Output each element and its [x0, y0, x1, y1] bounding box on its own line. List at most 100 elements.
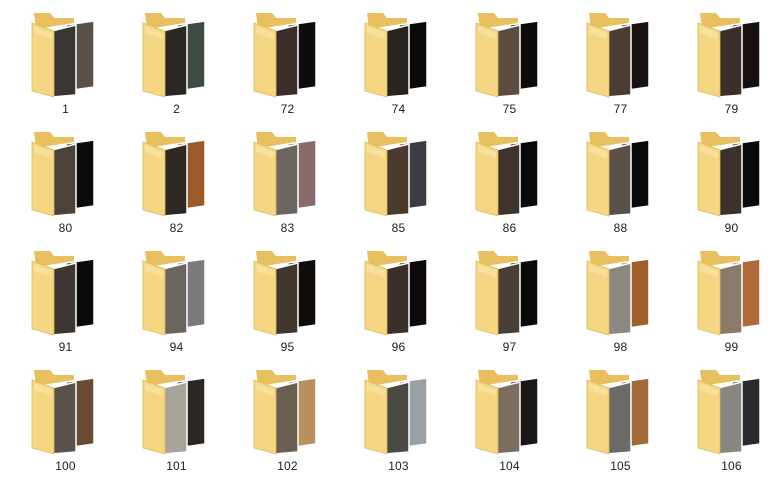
- thumbnail-front: [606, 262, 632, 336]
- thumbnail-front: [384, 262, 410, 336]
- folder-icon: [142, 370, 206, 455]
- folder-item[interactable]: 72: [232, 5, 343, 123]
- folder-grid: 1 2 72 74 75 77 79 80 82 83 85 86 88 90 91 94 95 96 97 98 99…: [0, 0, 779, 475]
- folder-icon: [253, 251, 317, 336]
- folder-name: 85: [391, 221, 406, 235]
- folder-item[interactable]: 99: [676, 243, 779, 361]
- folder-name: 80: [58, 221, 73, 235]
- folder-item[interactable]: 95: [232, 243, 343, 361]
- folder-name: 2: [173, 102, 180, 116]
- folder-icon: [364, 251, 428, 336]
- folder-item[interactable]: 88: [565, 124, 676, 242]
- thumbnail-front: [717, 262, 743, 336]
- folder-item[interactable]: 98: [565, 243, 676, 361]
- folder-item[interactable]: 74: [343, 5, 454, 123]
- thumbnail-front: [384, 24, 410, 98]
- folder-name: 100: [55, 459, 76, 473]
- folder-item[interactable]: 102: [232, 362, 343, 480]
- thumbnail-front: [51, 143, 77, 217]
- folder-name: 77: [613, 102, 628, 116]
- folder-item[interactable]: 103: [343, 362, 454, 480]
- folder-item[interactable]: 104: [454, 362, 565, 480]
- folder-name: 105: [610, 459, 631, 473]
- folder-name: 75: [502, 102, 517, 116]
- folder-name: 74: [391, 102, 406, 116]
- thumbnail-front: [273, 381, 299, 455]
- folder-icon: [31, 13, 95, 98]
- thumbnail-front: [51, 381, 77, 455]
- folder-item[interactable]: 96: [343, 243, 454, 361]
- folder-item[interactable]: 85: [343, 124, 454, 242]
- folder-icon: [697, 13, 761, 98]
- folder-icon: [475, 132, 539, 217]
- thumbnail-front: [162, 24, 188, 98]
- thumbnail-front: [162, 262, 188, 336]
- folder-name: 91: [58, 340, 73, 354]
- folder-name: 88: [613, 221, 628, 235]
- thumbnail-front: [717, 143, 743, 217]
- thumbnail-front: [495, 381, 521, 455]
- folder-icon: [142, 132, 206, 217]
- thumbnail-front: [606, 143, 632, 217]
- folder-name: 103: [388, 459, 409, 473]
- thumbnail-front: [384, 381, 410, 455]
- folder-item[interactable]: 100: [10, 362, 121, 480]
- thumbnail-front: [606, 381, 632, 455]
- folder-name: 102: [277, 459, 298, 473]
- folder-name: 86: [502, 221, 517, 235]
- folder-name: 94: [169, 340, 184, 354]
- thumbnail-front: [606, 24, 632, 98]
- folder-name: 82: [169, 221, 184, 235]
- folder-item[interactable]: 2: [121, 5, 232, 123]
- folder-icon: [475, 370, 539, 455]
- folder-icon: [253, 370, 317, 455]
- thumbnail-front: [495, 143, 521, 217]
- folder-icon: [31, 370, 95, 455]
- thumbnail-front: [273, 24, 299, 98]
- thumbnail-front: [162, 381, 188, 455]
- folder-name: 79: [724, 102, 739, 116]
- thumbnail-front: [273, 143, 299, 217]
- folder-name: 96: [391, 340, 406, 354]
- folder-icon: [253, 13, 317, 98]
- folder-icon: [142, 13, 206, 98]
- folder-item[interactable]: 106: [676, 362, 779, 480]
- folder-icon: [475, 251, 539, 336]
- folder-name: 101: [166, 459, 187, 473]
- thumbnail-front: [384, 143, 410, 217]
- folder-item[interactable]: 86: [454, 124, 565, 242]
- folder-name: 104: [499, 459, 520, 473]
- folder-name: 90: [724, 221, 739, 235]
- folder-icon: [31, 251, 95, 336]
- folder-item[interactable]: 105: [565, 362, 676, 480]
- folder-icon: [31, 132, 95, 217]
- folder-item[interactable]: 80: [10, 124, 121, 242]
- folder-item[interactable]: 97: [454, 243, 565, 361]
- folder-name: 98: [613, 340, 628, 354]
- folder-icon: [586, 13, 650, 98]
- folder-name: 95: [280, 340, 295, 354]
- folder-item[interactable]: 77: [565, 5, 676, 123]
- folder-icon: [586, 370, 650, 455]
- folder-item[interactable]: 101: [121, 362, 232, 480]
- folder-item[interactable]: 94: [121, 243, 232, 361]
- thumbnail-front: [51, 262, 77, 336]
- thumbnail-front: [717, 24, 743, 98]
- folder-name: 72: [280, 102, 295, 116]
- folder-item[interactable]: 75: [454, 5, 565, 123]
- folder-item[interactable]: 79: [676, 5, 779, 123]
- folder-item[interactable]: 91: [10, 243, 121, 361]
- folder-item[interactable]: 83: [232, 124, 343, 242]
- folder-icon: [253, 132, 317, 217]
- folder-name: 97: [502, 340, 517, 354]
- folder-name: 99: [724, 340, 739, 354]
- folder-item[interactable]: 82: [121, 124, 232, 242]
- folder-item[interactable]: 1: [10, 5, 121, 123]
- folder-item[interactable]: 90: [676, 124, 779, 242]
- folder-icon: [364, 132, 428, 217]
- thumbnail-front: [273, 262, 299, 336]
- folder-icon: [697, 251, 761, 336]
- folder-icon: [142, 251, 206, 336]
- folder-icon: [364, 13, 428, 98]
- folder-icon: [697, 132, 761, 217]
